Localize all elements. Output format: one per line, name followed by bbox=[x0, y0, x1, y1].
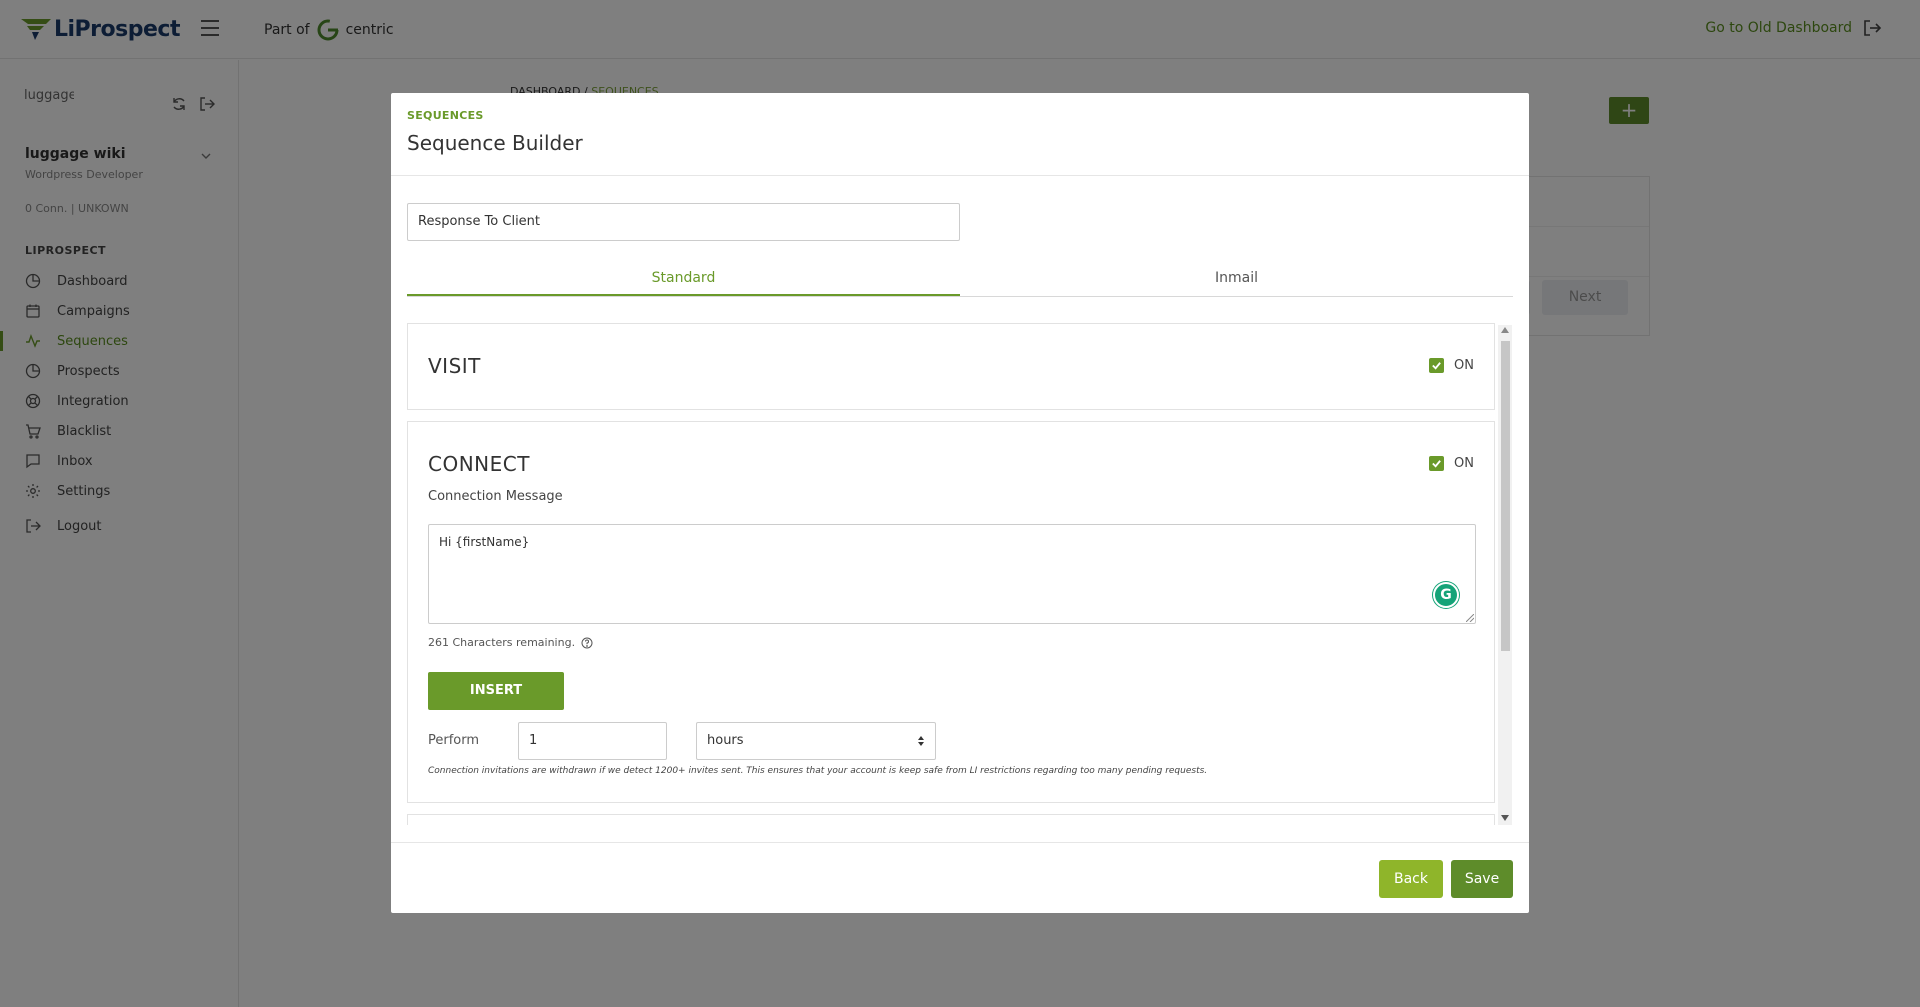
modal-eyebrow: SEQUENCES bbox=[407, 109, 484, 122]
steps-scroll-area: VISIT ON CONNECT ON Connection Message H… bbox=[407, 323, 1505, 825]
back-button[interactable]: Back bbox=[1379, 860, 1443, 898]
select-arrows-icon bbox=[918, 736, 924, 746]
insert-firstname-button[interactable]: INSERT {FIRSTNAME} bbox=[428, 672, 564, 736]
sequence-tabs: Standard Inmail bbox=[407, 263, 1513, 297]
checkbox-icon[interactable] bbox=[1429, 456, 1445, 471]
grammarly-icon[interactable]: G bbox=[1433, 582, 1459, 608]
tab-inmail[interactable]: Inmail bbox=[960, 263, 1513, 296]
toggle-label: ON bbox=[1454, 358, 1474, 373]
modal-title: Sequence Builder bbox=[407, 131, 583, 155]
scroll-up-icon[interactable] bbox=[1501, 327, 1509, 333]
connection-note: Connection invitations are withdrawn if … bbox=[428, 766, 1208, 776]
resize-handle-icon[interactable] bbox=[1466, 614, 1474, 622]
visit-toggle[interactable]: ON bbox=[1429, 358, 1474, 373]
step-visit: VISIT ON bbox=[407, 323, 1495, 410]
save-button[interactable]: Save bbox=[1451, 860, 1513, 898]
sequence-builder-modal: SEQUENCES Sequence Builder Response To C… bbox=[391, 93, 1529, 913]
step-title: CONNECT bbox=[428, 452, 530, 476]
connection-message-label: Connection Message bbox=[428, 489, 563, 504]
perform-label: Perform bbox=[428, 733, 480, 748]
modal-header: SEQUENCES Sequence Builder bbox=[391, 93, 1529, 176]
sequence-name-input[interactable]: Response To Client bbox=[407, 203, 960, 241]
perform-delay-input[interactable]: 1 bbox=[518, 722, 667, 760]
characters-remaining: 261 Characters remaining. bbox=[428, 636, 593, 649]
step-connect: CONNECT ON Connection Message Hi {firstN… bbox=[407, 421, 1495, 803]
scroll-down-icon[interactable] bbox=[1501, 815, 1509, 821]
connect-toggle[interactable]: ON bbox=[1429, 456, 1474, 471]
help-circle-icon[interactable] bbox=[581, 637, 593, 649]
steps-scrollbar[interactable] bbox=[1498, 325, 1512, 825]
scroll-thumb[interactable] bbox=[1501, 341, 1510, 651]
step-title: VISIT bbox=[428, 354, 481, 378]
connection-message-textarea[interactable]: Hi {firstName} bbox=[428, 524, 1476, 624]
tab-standard[interactable]: Standard bbox=[407, 263, 960, 296]
characters-remaining-text: 261 Characters remaining. bbox=[428, 636, 576, 649]
perform-unit-select[interactable]: hours bbox=[696, 722, 936, 760]
checkbox-icon[interactable] bbox=[1429, 358, 1445, 373]
perform-unit-value: hours bbox=[707, 733, 744, 748]
modal-footer: Back Save bbox=[391, 842, 1529, 913]
toggle-label: ON bbox=[1454, 456, 1474, 471]
step-next bbox=[407, 814, 1495, 825]
